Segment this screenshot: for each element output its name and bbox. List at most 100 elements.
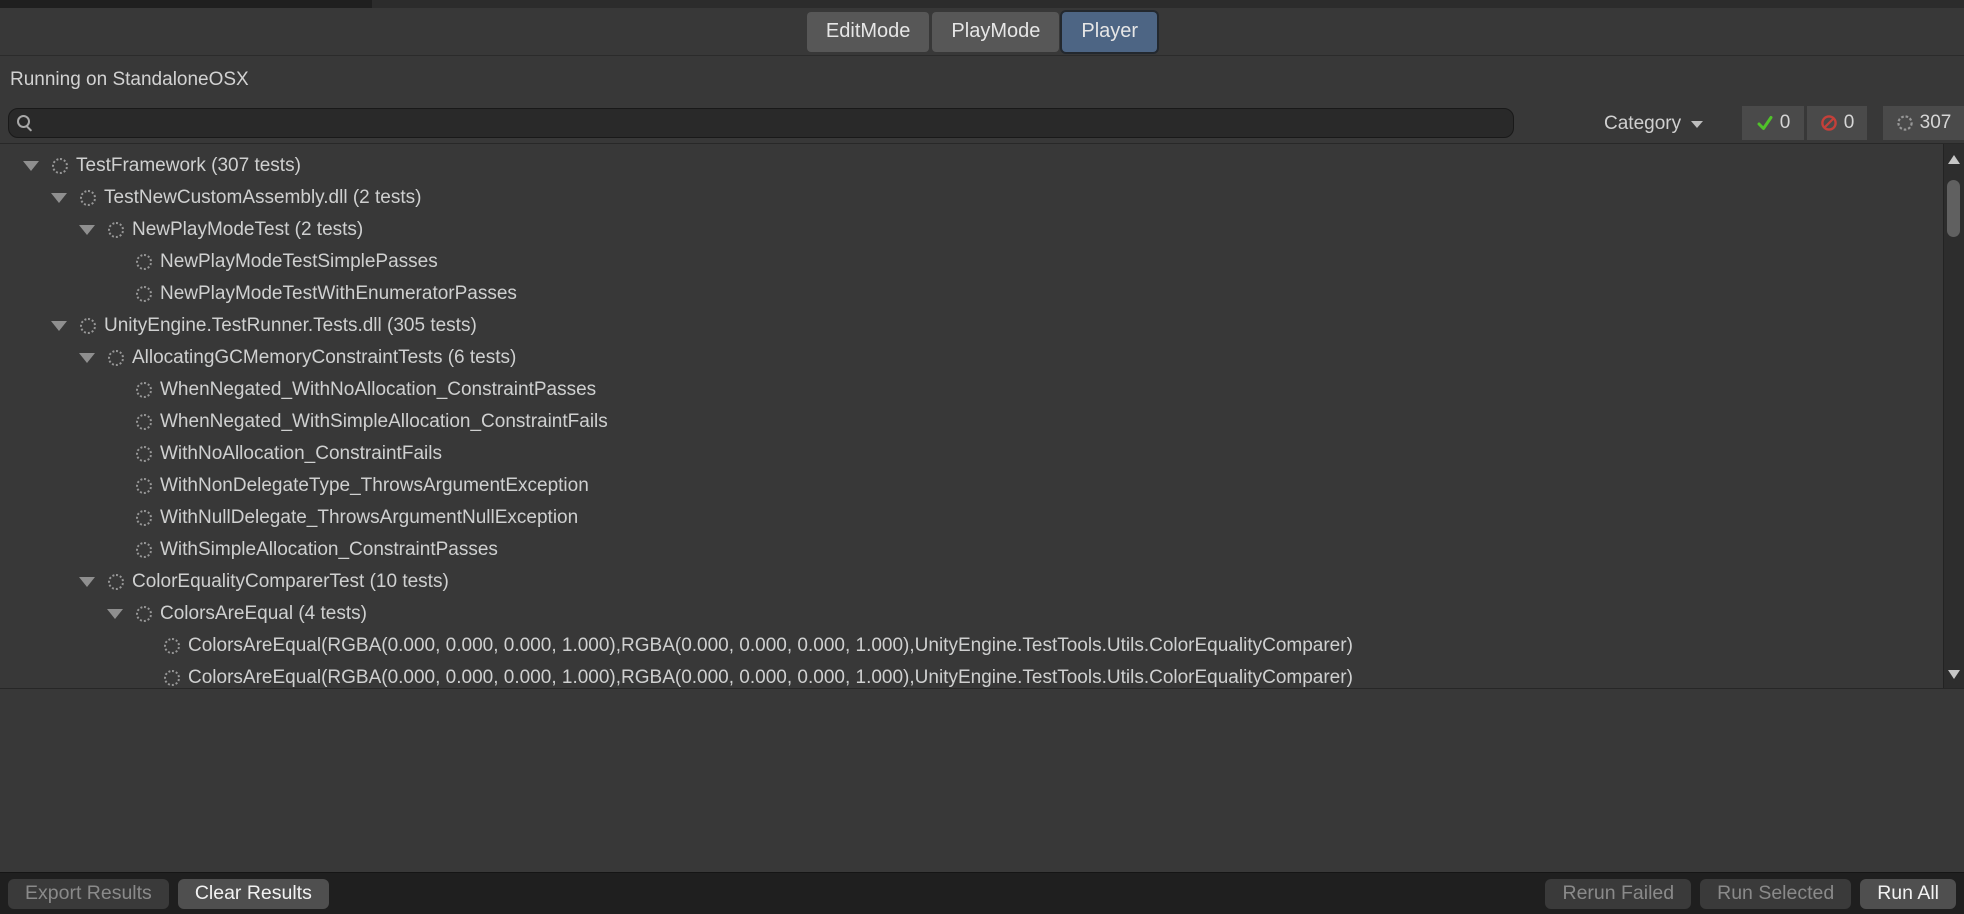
test-status-circle-icon xyxy=(136,286,152,302)
foldout-spacer xyxy=(104,470,136,502)
test-status-circle-icon xyxy=(136,254,152,270)
scrollbar-thumb[interactable] xyxy=(1947,180,1960,237)
search-icon xyxy=(17,115,30,128)
gray-circle-icon xyxy=(1896,114,1914,132)
tab-editmode[interactable]: EditMode xyxy=(807,12,930,52)
test-name-label: NewPlayModeTest (2 tests) xyxy=(132,219,363,241)
filter-toolbar: Category 0 0 307 xyxy=(0,104,1964,144)
passed-count: 0 xyxy=(1780,112,1791,134)
tree-row[interactable]: ColorEqualityComparerTest (10 tests) xyxy=(0,566,1943,598)
tree-row[interactable]: TestNewCustomAssembly.dll (2 tests) xyxy=(0,182,1943,214)
tree-row[interactable]: NewPlayModeTestSimplePasses xyxy=(0,246,1943,278)
test-status-circle-icon xyxy=(80,318,96,334)
foldout-spacer xyxy=(104,534,136,566)
docked-tab-partial[interactable] xyxy=(0,0,372,8)
foldout-toggle[interactable] xyxy=(76,214,108,246)
test-name-label: WhenNegated_WithNoAllocation_ConstraintP… xyxy=(160,379,596,401)
run-all-button[interactable]: Run All xyxy=(1860,879,1956,909)
tree-row[interactable]: WithNullDelegate_ThrowsArgumentNullExcep… xyxy=(0,502,1943,534)
test-detail-panel xyxy=(0,688,1964,872)
clear-results-button[interactable]: Clear Results xyxy=(178,879,329,909)
green-check-icon xyxy=(1756,114,1774,132)
triangle-down-icon xyxy=(107,609,123,619)
test-status-circle-icon xyxy=(108,222,124,238)
foldout-toggle[interactable] xyxy=(48,310,80,342)
triangle-down-icon xyxy=(23,161,39,171)
export-results-button[interactable]: Export Results xyxy=(8,879,169,909)
test-name-label: ColorsAreEqual(RGBA(0.000, 0.000, 0.000,… xyxy=(188,635,1353,657)
foldout-toggle[interactable] xyxy=(76,342,108,374)
notrun-count: 307 xyxy=(1920,112,1952,134)
scrollbar-track[interactable] xyxy=(1943,144,1964,688)
test-status-circle-icon xyxy=(80,190,96,206)
foldout-spacer xyxy=(132,662,164,688)
tree-row[interactable]: WithNonDelegateType_ThrowsArgumentExcept… xyxy=(0,470,1943,502)
test-name-label: ColorsAreEqual (4 tests) xyxy=(160,603,367,625)
tree-row[interactable]: AllocatingGCMemoryConstraintTests (6 tes… xyxy=(0,342,1943,374)
foldout-toggle[interactable] xyxy=(48,182,80,214)
scroll-up-icon[interactable] xyxy=(1948,155,1960,164)
triangle-down-icon xyxy=(79,353,95,363)
red-slash-circle-icon xyxy=(1820,114,1838,132)
failed-count: 0 xyxy=(1844,112,1855,134)
test-mode-tabbar: EditMode PlayMode Player xyxy=(0,8,1964,56)
test-status-circle-icon xyxy=(136,478,152,494)
tree-row[interactable]: WithNoAllocation_ConstraintFails xyxy=(0,438,1943,470)
test-status-circle-icon xyxy=(108,574,124,590)
tree-row[interactable]: ColorsAreEqual(RGBA(0.000, 0.000, 0.000,… xyxy=(0,630,1943,662)
tree-row[interactable]: TestFramework (307 tests) xyxy=(0,150,1943,182)
test-status-circle-icon xyxy=(136,446,152,462)
foldout-toggle[interactable] xyxy=(104,598,136,630)
foldout-spacer xyxy=(104,246,136,278)
tree-row[interactable]: NewPlayModeTest (2 tests) xyxy=(0,214,1943,246)
test-name-label: WithSimpleAllocation_ConstraintPasses xyxy=(160,539,498,561)
test-status-circle-icon xyxy=(136,510,152,526)
foldout-toggle[interactable] xyxy=(20,150,52,182)
footer-left-group: Export Results Clear Results xyxy=(8,879,329,909)
test-status-circle-icon xyxy=(164,638,180,654)
tree-row[interactable]: NewPlayModeTestWithEnumeratorPasses xyxy=(0,278,1943,310)
tree-row[interactable]: UnityEngine.TestRunner.Tests.dll (305 te… xyxy=(0,310,1943,342)
test-name-label: WithNonDelegateType_ThrowsArgumentExcept… xyxy=(160,475,589,497)
footer-bar: Export Results Clear Results Rerun Faile… xyxy=(0,872,1964,914)
chevron-down-icon xyxy=(1691,121,1703,128)
test-status-circle-icon xyxy=(136,414,152,430)
search-input[interactable] xyxy=(8,108,1514,138)
tab-playmode[interactable]: PlayMode xyxy=(932,12,1059,52)
failed-count-button[interactable]: 0 xyxy=(1807,106,1867,140)
passed-count-button[interactable]: 0 xyxy=(1742,106,1804,140)
test-name-label: WhenNegated_WithSimpleAllocation_Constra… xyxy=(160,411,608,433)
triangle-down-icon xyxy=(51,321,67,331)
test-name-label: TestFramework (307 tests) xyxy=(76,155,301,177)
tree-row[interactable]: WithSimpleAllocation_ConstraintPasses xyxy=(0,534,1943,566)
rerun-failed-button[interactable]: Rerun Failed xyxy=(1545,879,1691,909)
foldout-spacer xyxy=(104,438,136,470)
footer-right-group: Rerun Failed Run Selected Run All xyxy=(1545,879,1956,909)
tree-row[interactable]: ColorsAreEqual (4 tests) xyxy=(0,598,1943,630)
notrun-count-button[interactable]: 307 xyxy=(1883,106,1964,140)
foldout-toggle[interactable] xyxy=(76,566,108,598)
foldout-spacer xyxy=(104,502,136,534)
tree-row[interactable]: ColorsAreEqual(RGBA(0.000, 0.000, 0.000,… xyxy=(0,662,1943,688)
test-status-circle-icon xyxy=(136,606,152,622)
triangle-down-icon xyxy=(79,225,95,235)
foldout-spacer xyxy=(132,630,164,662)
test-name-label: WithNoAllocation_ConstraintFails xyxy=(160,443,442,465)
tab-player[interactable]: Player xyxy=(1062,12,1157,52)
test-name-label: WithNullDelegate_ThrowsArgumentNullExcep… xyxy=(160,507,578,529)
triangle-down-icon xyxy=(79,577,95,587)
category-dropdown[interactable]: Category xyxy=(1604,104,1703,144)
tree-row[interactable]: WhenNegated_WithSimpleAllocation_Constra… xyxy=(0,406,1943,438)
test-name-label: ColorEqualityComparerTest (10 tests) xyxy=(132,571,449,593)
run-selected-button[interactable]: Run Selected xyxy=(1700,879,1851,909)
scroll-down-icon[interactable] xyxy=(1948,670,1960,679)
running-platform-label: Running on StandaloneOSX xyxy=(10,69,249,91)
test-name-label: AllocatingGCMemoryConstraintTests (6 tes… xyxy=(132,347,516,369)
test-status-circle-icon xyxy=(136,382,152,398)
tree-row[interactable]: WhenNegated_WithNoAllocation_ConstraintP… xyxy=(0,374,1943,406)
category-label: Category xyxy=(1604,113,1681,135)
test-name-label: TestNewCustomAssembly.dll (2 tests) xyxy=(104,187,421,209)
test-status-circle-icon xyxy=(52,158,68,174)
foldout-spacer xyxy=(104,406,136,438)
test-status-circle-icon xyxy=(136,542,152,558)
